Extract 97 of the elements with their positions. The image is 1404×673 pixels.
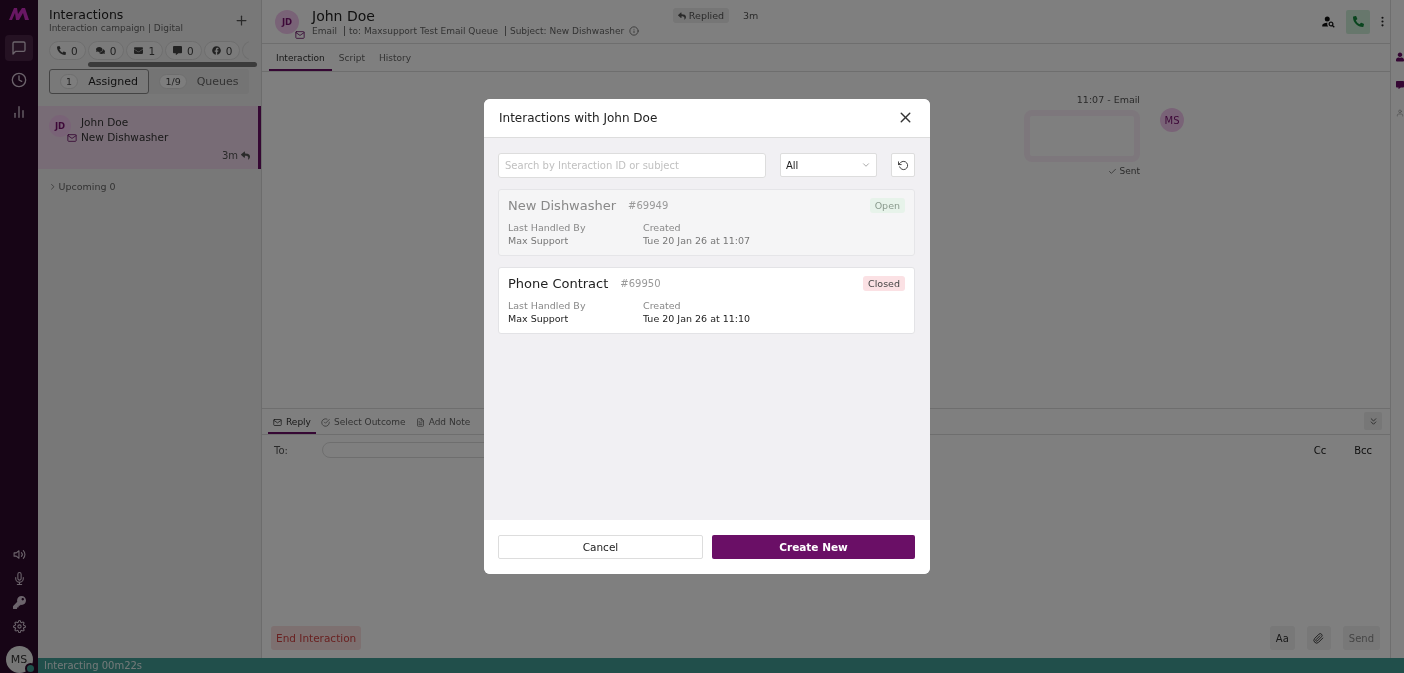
channel-count: 0 bbox=[225, 44, 233, 57]
contact-name: John Doe bbox=[312, 7, 375, 24]
queue-label: to: Maxsupport Test Email Queue bbox=[349, 25, 498, 36]
person-icon[interactable] bbox=[1396, 52, 1404, 62]
tab[interactable]: Interaction bbox=[269, 53, 332, 71]
elapsed-time: 3m bbox=[743, 10, 759, 21]
interaction-id: #69949 bbox=[628, 199, 669, 211]
facebook-icon bbox=[211, 46, 221, 55]
filter-dropdown[interactable]: All bbox=[780, 153, 877, 177]
interaction-id: #69950 bbox=[620, 277, 661, 289]
channel-count-chip[interactable]: 0 bbox=[49, 41, 86, 60]
sidebar-title: Interactions bbox=[49, 7, 125, 22]
interaction-list-item[interactable]: JD John Doe New Dishwasher 3m bbox=[38, 106, 261, 169]
segment-label: Assigned bbox=[88, 75, 138, 88]
channel-count-chip[interactable]: 0 bbox=[165, 41, 202, 60]
dialog-title: Interactions with John Doe bbox=[499, 110, 658, 125]
create-new-button[interactable]: Create New bbox=[712, 534, 915, 559]
end-interaction-button[interactable]: End Interaction bbox=[271, 626, 362, 650]
chat-icon bbox=[11, 40, 27, 56]
segment-tab[interactable]: 1 Assigned bbox=[49, 69, 149, 94]
phone-icon bbox=[1352, 16, 1364, 27]
contact-name: John Doe bbox=[81, 115, 130, 130]
envelope-icon bbox=[67, 133, 77, 143]
bar-chart-icon bbox=[11, 104, 27, 120]
info-icon[interactable] bbox=[629, 25, 640, 36]
tab[interactable]: Script bbox=[331, 53, 372, 71]
note-icon bbox=[415, 417, 425, 427]
call-button[interactable] bbox=[1346, 9, 1370, 34]
interaction-subject: New Dishwasher bbox=[508, 197, 617, 213]
cc-button[interactable]: Cc bbox=[1307, 443, 1333, 457]
key-icon[interactable] bbox=[11, 594, 27, 610]
composer-tab[interactable]: Add Note bbox=[410, 417, 476, 434]
message-meta: 11:07 - Email bbox=[1075, 94, 1140, 105]
chat-nav-button[interactable] bbox=[5, 35, 33, 61]
replied-badge: Replied bbox=[672, 8, 730, 23]
subject-label: Subject: New Dishwasher bbox=[509, 25, 625, 36]
settings-icon[interactable] bbox=[11, 618, 27, 634]
add-icon[interactable] bbox=[234, 13, 249, 29]
chevron-down-icon bbox=[861, 160, 871, 170]
person-search-icon[interactable] bbox=[1321, 14, 1336, 29]
search-field[interactable]: Search by Interaction ID or subject bbox=[498, 152, 766, 178]
user-avatar[interactable]: MS bbox=[5, 646, 33, 673]
interaction-subject: Phone Contract bbox=[508, 275, 609, 291]
status-bar: Interacting 00m22s bbox=[38, 658, 1404, 673]
channel-count: 1 bbox=[148, 44, 156, 57]
channel-count: 0 bbox=[109, 44, 117, 57]
phone-icon bbox=[57, 46, 66, 55]
check-circle-icon bbox=[320, 417, 330, 427]
sidebar-subtitle: Interaction campaign | Digital bbox=[49, 23, 183, 33]
logo bbox=[9, 8, 29, 20]
field-label: Created bbox=[643, 221, 682, 233]
count-badge: 1/9 bbox=[159, 74, 187, 89]
refresh-button[interactable] bbox=[891, 153, 915, 177]
refresh-icon bbox=[897, 159, 909, 171]
created-value: Tue 20 Jan 26 at 11:10 bbox=[643, 312, 752, 324]
interaction-subject: New Dishwasher bbox=[81, 130, 169, 145]
channel-count-chip[interactable]: 0 bbox=[87, 41, 125, 60]
channel-count: 0 bbox=[187, 44, 194, 57]
message-icon[interactable] bbox=[1396, 80, 1404, 90]
tab[interactable]: History bbox=[371, 53, 418, 71]
check-icon bbox=[1107, 166, 1117, 176]
agent-avatar: MS bbox=[1160, 108, 1184, 132]
reply-icon bbox=[241, 151, 250, 160]
chat-icon bbox=[95, 46, 105, 55]
handled-by-value: Max Support bbox=[508, 234, 570, 246]
segment-label: Queues bbox=[196, 75, 239, 88]
channel-count-chip[interactable]: 0 bbox=[203, 41, 241, 60]
format-button[interactable]: Aa bbox=[1269, 626, 1295, 650]
scrollbar[interactable] bbox=[88, 62, 257, 67]
elapsed-time: 3m bbox=[221, 150, 238, 161]
field-label: Last Handled By bbox=[508, 299, 587, 311]
composer-tab[interactable]: Select Outcome bbox=[315, 417, 411, 434]
cancel-button[interactable]: Cancel bbox=[498, 534, 703, 559]
history-icon bbox=[11, 72, 27, 88]
channel-label: Email bbox=[312, 25, 337, 36]
status-tag: Closed bbox=[863, 275, 905, 291]
message-status: Sent bbox=[1119, 166, 1140, 176]
interaction-card[interactable]: Phone Contract #69950 Closed Last Handled By Created Max Support Tue 20 Jan 26 at 11:10 bbox=[498, 266, 915, 334]
composer-tab[interactable]: Reply bbox=[268, 417, 316, 434]
envelope-icon bbox=[273, 417, 282, 427]
paperclip-icon bbox=[1313, 632, 1325, 644]
attach-button[interactable] bbox=[1306, 626, 1331, 650]
field-label: Created bbox=[643, 299, 682, 311]
envelope-icon bbox=[295, 29, 305, 40]
bcc-button[interactable]: Bcc bbox=[1348, 443, 1378, 457]
handled-by-value: Max Support bbox=[508, 312, 570, 324]
count-badge: 1 bbox=[60, 74, 79, 89]
channel-count: 0 bbox=[71, 44, 78, 57]
channel-count-chip[interactable]: 1 bbox=[126, 41, 164, 60]
message-icon bbox=[173, 46, 183, 55]
to-label: To: bbox=[274, 444, 289, 456]
status-tag: Open bbox=[869, 197, 905, 213]
collapse-button[interactable] bbox=[1364, 412, 1382, 430]
created-value: Tue 20 Jan 26 at 11:07 bbox=[643, 234, 752, 246]
field-label: Last Handled By bbox=[508, 221, 587, 233]
envelope-icon bbox=[134, 46, 144, 55]
segment-tab[interactable]: 1/9 Queues bbox=[149, 69, 249, 94]
